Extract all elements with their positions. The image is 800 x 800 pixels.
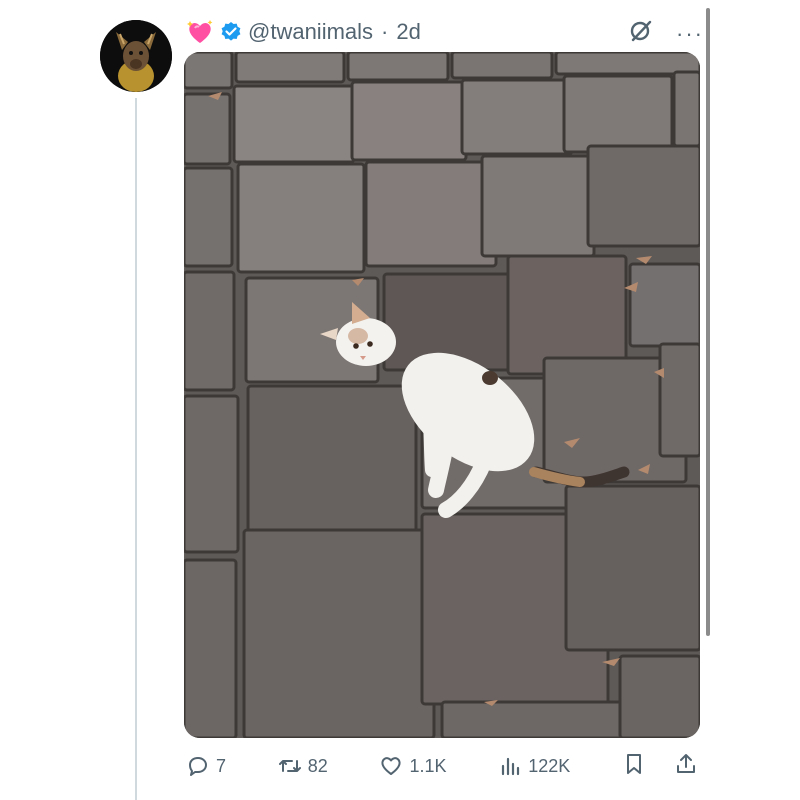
user-handle[interactable]: @twaniimals — [248, 19, 373, 45]
like-button[interactable]: 1.1K — [379, 754, 447, 778]
tweet-header: @twaniimals · 2d — [186, 14, 421, 50]
views-icon — [502, 757, 520, 776]
thread-line — [135, 98, 137, 800]
post-time[interactable]: 2d — [396, 19, 420, 45]
bookmark-button[interactable] — [622, 752, 646, 781]
avatar[interactable] — [100, 20, 172, 92]
retweet-icon — [278, 760, 301, 772]
scrollbar[interactable] — [706, 8, 710, 636]
retweet-button[interactable]: 82 — [278, 754, 328, 778]
reply-icon — [189, 757, 207, 776]
like-icon — [381, 757, 402, 775]
share-icon — [677, 753, 695, 773]
separator-dot: · — [381, 19, 389, 44]
retweet-count: 82 — [307, 755, 328, 776]
share-button[interactable] — [674, 752, 698, 781]
more-icon[interactable]: ··· — [676, 22, 704, 45]
tweet-photo[interactable] — [184, 52, 700, 738]
secondary-actions — [622, 752, 698, 781]
reply-button[interactable]: 7 — [186, 754, 226, 778]
view-count: 122K — [528, 755, 571, 776]
tweet-actions: 7 82 1.1K 122K — [186, 746, 698, 786]
bookmark-icon — [627, 753, 641, 774]
views-button[interactable]: 122K — [498, 754, 570, 778]
verified-badge-icon — [220, 21, 242, 43]
like-count: 1.1K — [409, 755, 447, 776]
top-actions: ··· — [628, 18, 704, 49]
grok-icon[interactable] — [628, 18, 654, 49]
sparkling-heart-icon — [186, 18, 214, 46]
reply-count: 7 — [216, 755, 227, 776]
